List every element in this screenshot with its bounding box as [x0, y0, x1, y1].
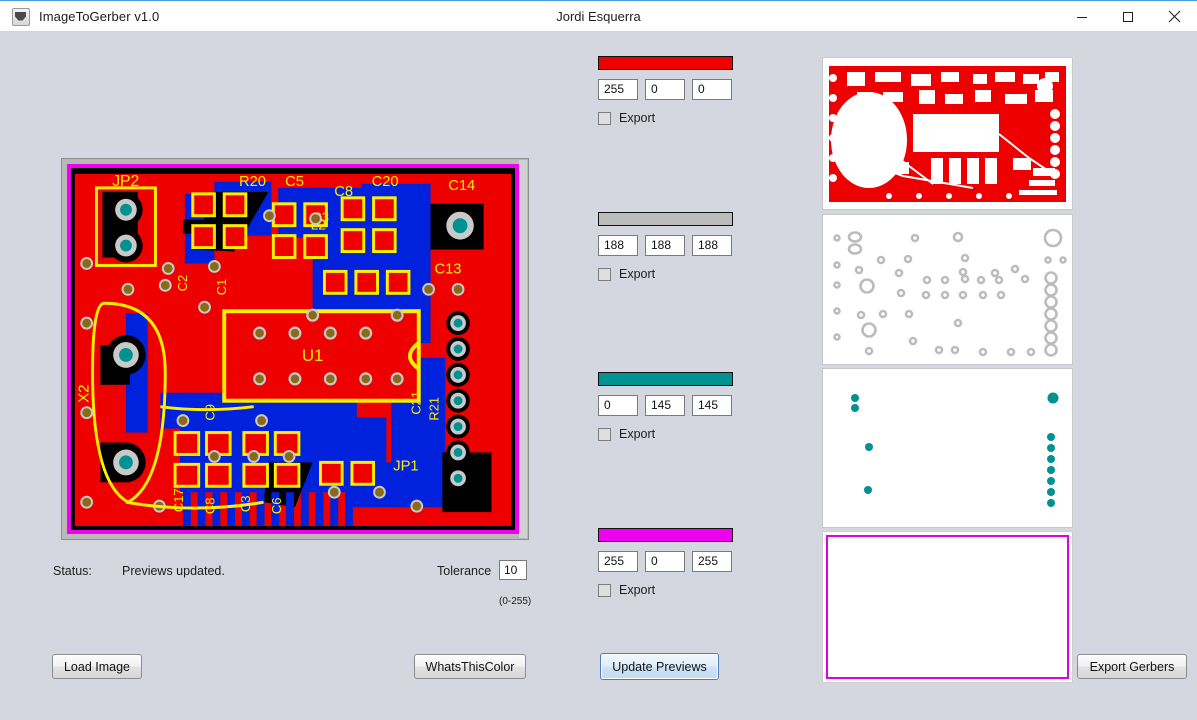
- svg-text:JP2: JP2: [112, 173, 139, 190]
- color-swatch-red[interactable]: [598, 56, 733, 70]
- svg-text:U1: U1: [302, 346, 323, 365]
- svg-text:X2: X2: [77, 384, 93, 402]
- svg-text:JP1: JP1: [393, 458, 418, 474]
- export-label-teal: Export: [619, 427, 656, 441]
- color-swatch-gray[interactable]: [598, 212, 733, 226]
- color-group-gray: 188 188 188 Export: [598, 212, 733, 281]
- gray-b-input[interactable]: 188: [692, 235, 732, 256]
- app-icon: [12, 7, 30, 26]
- teal-r-input[interactable]: 0: [598, 395, 638, 416]
- export-checkbox-magenta[interactable]: [598, 583, 611, 597]
- preview-panel-magenta[interactable]: [822, 531, 1073, 683]
- svg-text:C2: C2: [175, 275, 190, 292]
- export-label-magenta: Export: [619, 583, 656, 597]
- pcb-image-canvas[interactable]: U1 JP2 X2 R20 C5 C8 C20 C14 C13 L2 C2 C1…: [67, 164, 519, 534]
- teal-b-input[interactable]: 145: [692, 395, 732, 416]
- title-bar-divider: [0, 31, 1197, 32]
- preview-panel-teal[interactable]: [822, 368, 1073, 528]
- load-image-button[interactable]: Load Image: [52, 654, 142, 679]
- window-title: ImageToGerber v1.0: [39, 9, 160, 24]
- export-label-gray: Export: [619, 267, 656, 281]
- preview-magenta-board-outline: [826, 535, 1069, 679]
- minimize-icon[interactable]: [1059, 1, 1105, 32]
- export-row-teal[interactable]: Export: [598, 427, 733, 441]
- rgb-row-teal: 0 145 145: [598, 395, 733, 416]
- export-row-magenta[interactable]: Export: [598, 583, 733, 597]
- preview-teal-artwork: [823, 369, 1072, 527]
- svg-text:C5: C5: [285, 174, 304, 190]
- update-previews-button[interactable]: Update Previews: [600, 653, 719, 680]
- color-group-teal: 0 145 145 Export: [598, 372, 733, 441]
- export-checkbox-teal[interactable]: [598, 427, 611, 441]
- tolerance-range-hint: (0-255): [499, 596, 532, 607]
- magenta-r-input[interactable]: 255: [598, 551, 638, 572]
- export-row-gray[interactable]: Export: [598, 267, 733, 281]
- svg-text:C9: C9: [202, 404, 217, 421]
- gray-r-input[interactable]: 188: [598, 235, 638, 256]
- preview-panel-red[interactable]: U1: [822, 57, 1073, 210]
- pcb-artwork: U1 JP2 X2 R20 C5 C8 C20 C14 C13 L2 C2 C1…: [67, 164, 519, 534]
- teal-g-input[interactable]: 145: [645, 395, 685, 416]
- window-title-bar: ImageToGerber v1.0 Jordi Esquerra: [0, 0, 1197, 32]
- magenta-g-input[interactable]: 0: [645, 551, 685, 572]
- export-checkbox-gray[interactable]: [598, 267, 611, 281]
- status-label: Status:: [53, 564, 92, 578]
- color-swatch-magenta[interactable]: [598, 528, 733, 542]
- gray-g-input[interactable]: 188: [645, 235, 685, 256]
- maximize-icon[interactable]: [1105, 1, 1151, 32]
- color-swatch-teal[interactable]: [598, 372, 733, 386]
- svg-text:C21: C21: [409, 391, 424, 415]
- red-r-input[interactable]: 255: [598, 79, 638, 100]
- close-icon[interactable]: [1151, 1, 1197, 32]
- pcb-vertical-scrollbar[interactable]: [519, 160, 527, 538]
- svg-text:C6: C6: [269, 498, 284, 515]
- svg-text:C8: C8: [202, 498, 217, 515]
- svg-text:C8: C8: [334, 184, 353, 200]
- rgb-row-magenta: 255 0 255: [598, 551, 733, 572]
- status-text: Previews updated.: [122, 564, 225, 578]
- magenta-b-input[interactable]: 255: [692, 551, 732, 572]
- color-group-red: 255 0 0 Export: [598, 56, 733, 125]
- red-b-input[interactable]: 0: [692, 79, 732, 100]
- red-g-input[interactable]: 0: [645, 79, 685, 100]
- color-group-magenta: 255 0 255 Export: [598, 528, 733, 597]
- pcb-image-viewer[interactable]: U1 JP2 X2 R20 C5 C8 C20 C14 C13 L2 C2 C1…: [61, 158, 529, 540]
- export-checkbox-red[interactable]: [598, 111, 611, 125]
- tolerance-input[interactable]: 10: [499, 560, 527, 580]
- window-controls: [1059, 1, 1197, 32]
- export-row-red[interactable]: Export: [598, 111, 733, 125]
- preview-panel-gray[interactable]: [822, 214, 1073, 365]
- window-center-title: Jordi Esquerra: [556, 9, 641, 24]
- export-label-red: Export: [619, 111, 656, 125]
- svg-text:R21: R21: [426, 397, 441, 421]
- svg-text:C20: C20: [372, 174, 399, 190]
- svg-text:R20: R20: [239, 174, 266, 190]
- tolerance-label: Tolerance: [437, 564, 492, 578]
- export-gerbers-button[interactable]: Export Gerbers: [1077, 654, 1187, 679]
- svg-text:C14: C14: [448, 178, 475, 194]
- svg-text:C13: C13: [434, 261, 461, 277]
- preview-gray-artwork: [823, 215, 1072, 364]
- whats-this-color-button[interactable]: WhatsThisColor: [414, 654, 526, 679]
- rgb-row-red: 255 0 0: [598, 79, 733, 100]
- svg-text:C1: C1: [214, 279, 229, 296]
- preview-red-artwork: U1: [823, 58, 1072, 209]
- svg-text:U1: U1: [942, 131, 953, 140]
- rgb-row-gray: 188 188 188: [598, 235, 733, 256]
